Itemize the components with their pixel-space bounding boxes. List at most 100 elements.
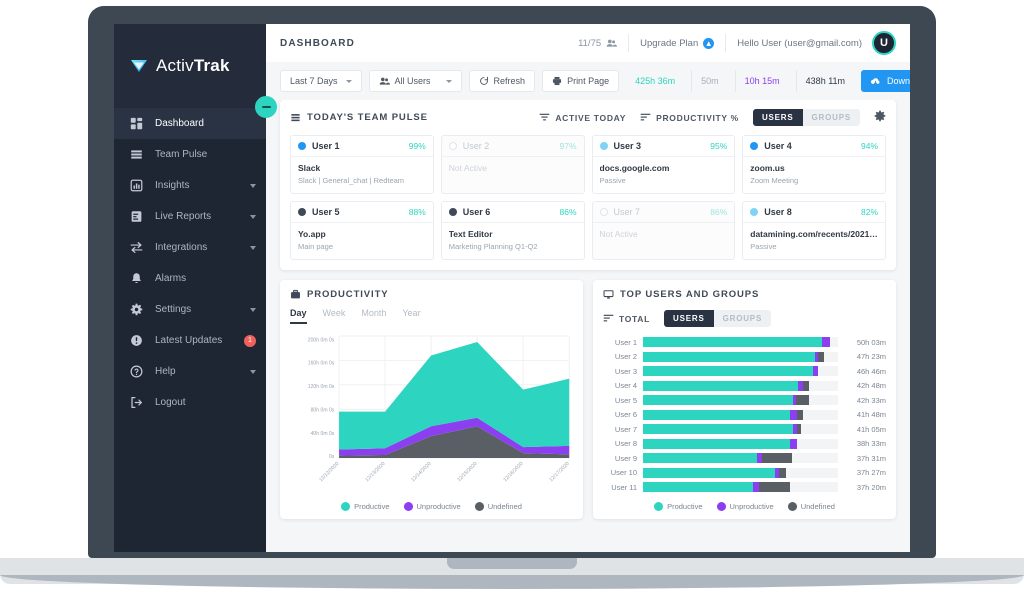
sidebar-item-label: Dashboard bbox=[155, 118, 204, 129]
sidebar-item-logout[interactable]: Logout bbox=[114, 387, 266, 418]
sidebar-item-alarms[interactable]: Alarms bbox=[114, 263, 266, 294]
legend-item[interactable]: Productive bbox=[341, 501, 390, 511]
user-card-body: Yo.app Main page bbox=[291, 223, 433, 259]
user-card-body: Text Editor Marketing Planning Q1-Q2 bbox=[442, 223, 584, 259]
total-sort[interactable]: TOTAL bbox=[603, 314, 650, 324]
user-name: User 5 bbox=[312, 207, 340, 217]
status-dot-icon bbox=[750, 142, 759, 150]
bar-track bbox=[643, 438, 838, 449]
upgrade-plan-link[interactable]: Upgrade Plan ▲ bbox=[640, 37, 715, 49]
stat-unproductive: 50m bbox=[691, 70, 728, 92]
bar-row[interactable]: User 9 37h 31m bbox=[603, 451, 886, 466]
sort-active-today[interactable]: ACTIVE TODAY bbox=[539, 113, 626, 123]
bar-row[interactable]: User 4 42h 48m bbox=[603, 379, 886, 394]
bar-segment-unproductive bbox=[822, 337, 831, 348]
tab-month[interactable]: Month bbox=[361, 308, 386, 324]
bar-row[interactable]: User 10 37h 27m bbox=[603, 466, 886, 481]
y-axis-tick: 200h 0m 0s bbox=[308, 337, 335, 343]
bar-track bbox=[643, 409, 838, 420]
gear-icon bbox=[128, 303, 144, 316]
legend-item[interactable]: Productive bbox=[654, 501, 703, 511]
bar-label: User 2 bbox=[614, 352, 637, 362]
bar-segment-productive bbox=[643, 453, 758, 464]
user-pulse-card[interactable]: User 2 97% Not Active bbox=[440, 135, 585, 194]
sort-productivity[interactable]: PRODUCTIVITY % bbox=[640, 113, 739, 123]
download-agent-button[interactable]: Download Agent bbox=[861, 70, 910, 92]
user-card-header: User 1 99% bbox=[291, 136, 433, 157]
top-users-title-text: TOP USERS AND GROUPS bbox=[620, 289, 760, 300]
productivity-percent: 99% bbox=[408, 141, 426, 151]
user-card-header: User 8 82% bbox=[743, 202, 885, 223]
bar-row[interactable]: User 6 41h 48m bbox=[603, 408, 886, 423]
current-app-detail: Zoom Meeting bbox=[750, 176, 799, 185]
bar-segment-unproductive bbox=[790, 409, 798, 420]
sidebar-item-integrations[interactable]: Integrations bbox=[114, 232, 266, 263]
sidebar-item-latest-updates[interactable]: Latest Updates 1 bbox=[114, 325, 266, 356]
bar-row[interactable]: User 1 50h 03m bbox=[603, 335, 886, 350]
app-logo[interactable]: ActivTrak bbox=[114, 24, 266, 108]
current-app-detail: Main page bbox=[298, 242, 334, 251]
cloud-download-icon bbox=[871, 77, 880, 85]
user-pulse-card[interactable]: User 7 86% Not Active bbox=[591, 201, 736, 260]
top-users-bar-chart: User 1 50h 03m User 2 47h 23m User 3 46h 46m U… bbox=[603, 335, 886, 495]
laptop-base-lip bbox=[0, 575, 1024, 589]
productivity-card: PRODUCTIVITY Day Week Month Year 200h 0m 0s… bbox=[280, 280, 583, 519]
user-filter-label: All Users bbox=[394, 76, 431, 86]
user-pulse-card[interactable]: User 3 95% docs.google.com Passive bbox=[591, 135, 736, 194]
sidebar-item-dashboard[interactable]: Dashboard bbox=[114, 108, 266, 139]
team-pulse-title: TODAY'S TEAM PULSE bbox=[290, 112, 428, 123]
sidebar-item-insights[interactable]: Insights bbox=[114, 170, 266, 201]
grid-icon bbox=[128, 117, 144, 130]
user-pulse-card[interactable]: User 6 86% Text Editor Marketing Planning Q… bbox=[440, 201, 585, 260]
chevron-down-icon bbox=[250, 369, 256, 374]
status-dot-icon bbox=[599, 142, 608, 150]
tab-week[interactable]: Week bbox=[323, 308, 346, 324]
bar-row[interactable]: User 7 41h 05m bbox=[603, 422, 886, 437]
download-agent-label: Download Agent bbox=[887, 76, 910, 86]
user-pulse-card[interactable]: User 1 99% Slack Slack | General_chat | Red… bbox=[290, 135, 434, 194]
bar-segment-productive bbox=[643, 395, 794, 406]
bar-row[interactable]: User 11 37h 20m bbox=[603, 480, 886, 495]
sidebar-item-settings[interactable]: Settings bbox=[114, 294, 266, 325]
legend-label: Unproductive bbox=[729, 501, 774, 511]
printer-icon bbox=[553, 76, 562, 86]
bar-row[interactable]: User 3 46h 46m bbox=[603, 364, 886, 379]
sort-active-today-label: ACTIVE TODAY bbox=[555, 112, 627, 123]
sidebar-item-help[interactable]: Help bbox=[114, 356, 266, 387]
legend-item[interactable]: Unproductive bbox=[403, 501, 461, 511]
user-card-header: User 4 94% bbox=[743, 136, 885, 157]
user-pulse-card[interactable]: User 4 94% zoom.us Zoom Meeting bbox=[742, 135, 886, 194]
sidebar-item-live-reports[interactable]: Live Reports bbox=[114, 201, 266, 232]
date-range-dropdown[interactable]: Last 7 Days bbox=[280, 70, 362, 92]
avatar[interactable]: U bbox=[872, 31, 896, 55]
user-pulse-card[interactable]: User 8 82% datamining.com/recents/2021-r..… bbox=[742, 201, 886, 260]
tab-groups-top[interactable]: GROUPS bbox=[713, 310, 772, 327]
user-pulse-card[interactable]: User 5 88% Yo.app Main page bbox=[290, 201, 434, 260]
legend-item[interactable]: Undefined bbox=[787, 501, 835, 511]
logout-icon bbox=[128, 396, 144, 409]
user-card-body: Not Active bbox=[442, 157, 584, 191]
bar-segment-productive bbox=[643, 337, 823, 348]
bar-row[interactable]: User 8 38h 33m bbox=[603, 437, 886, 452]
print-page-button[interactable]: Print Page bbox=[542, 70, 620, 92]
team-pulse-controls: ACTIVE TODAY PRODUCTIVITY % USERS GROUPS bbox=[539, 109, 886, 126]
sidebar-collapse-button[interactable] bbox=[255, 96, 277, 118]
users-groups-toggle: USERS GROUPS bbox=[752, 109, 860, 126]
tab-users-top[interactable]: USERS bbox=[664, 310, 714, 327]
tab-groups[interactable]: GROUPS bbox=[802, 109, 860, 126]
bar-row[interactable]: User 5 42h 33m bbox=[603, 393, 886, 408]
tab-users[interactable]: USERS bbox=[752, 109, 803, 126]
legend-label: Undefined bbox=[487, 501, 522, 511]
sidebar-item-team-pulse[interactable]: Team Pulse bbox=[114, 139, 266, 170]
user-filter-dropdown[interactable]: All Users bbox=[368, 70, 462, 92]
tab-year[interactable]: Year bbox=[402, 308, 420, 324]
gear-icon[interactable] bbox=[874, 110, 886, 125]
legend-item[interactable]: Undefined bbox=[474, 501, 522, 511]
tab-day[interactable]: Day bbox=[290, 308, 307, 324]
refresh-button[interactable]: Refresh bbox=[468, 70, 536, 92]
monitor-icon bbox=[603, 290, 614, 299]
bar-row[interactable]: User 2 47h 23m bbox=[603, 350, 886, 365]
legend-item[interactable]: Unproductive bbox=[716, 501, 774, 511]
bar-track bbox=[643, 453, 838, 464]
current-app-detail: Marketing Planning Q1-Q2 bbox=[448, 242, 538, 251]
